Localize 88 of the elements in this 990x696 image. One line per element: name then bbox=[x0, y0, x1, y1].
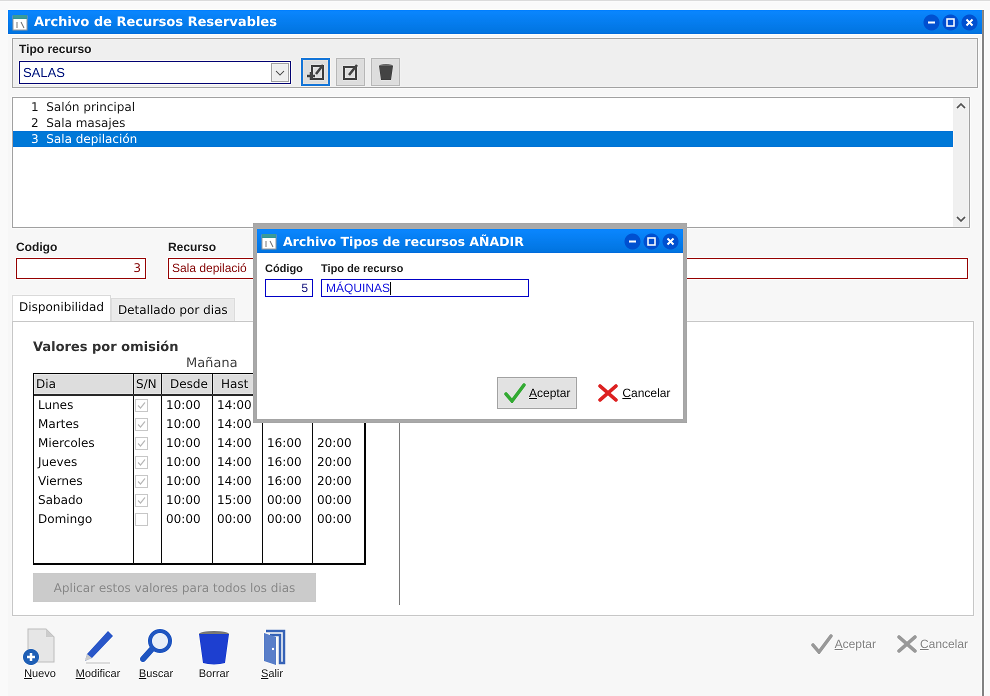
table-cell-text: 00:00 bbox=[267, 492, 302, 509]
table-cell-text: 10:00 bbox=[166, 435, 201, 452]
accept-button[interactable]: Aceptar bbox=[497, 377, 578, 409]
table-cell-text: Martes bbox=[38, 416, 79, 433]
table-cell-text: Jueves bbox=[38, 454, 78, 471]
edit-icon bbox=[340, 62, 360, 82]
table-cell-text: 20:00 bbox=[317, 454, 352, 471]
close-button[interactable] bbox=[961, 14, 978, 30]
table-cell-text: 10:00 bbox=[166, 397, 201, 414]
minimize-button[interactable] bbox=[624, 232, 641, 250]
table-cell-text: 00:00 bbox=[267, 511, 302, 528]
cancel-button[interactable]: Cancelar bbox=[591, 377, 676, 409]
column-header: Desde bbox=[162, 374, 213, 394]
resource-type-field[interactable]: MÁQUINAS bbox=[321, 279, 529, 297]
checkbox[interactable] bbox=[135, 437, 148, 450]
table-cell-text: 14:00 bbox=[217, 416, 252, 433]
table-cell-text: 16:00 bbox=[267, 454, 302, 471]
field-label: Recurso bbox=[168, 240, 216, 254]
cross-icon bbox=[597, 383, 620, 403]
section-title: Valores por omisión bbox=[33, 340, 180, 355]
table-cell-text: Viernes bbox=[38, 473, 83, 490]
column-header: S/N bbox=[134, 374, 162, 394]
field-label: Codigo bbox=[16, 240, 58, 254]
scroll-down-icon[interactable] bbox=[956, 215, 966, 223]
tab[interactable]: Detallado por dias bbox=[110, 298, 235, 321]
table-cell-text: Lunes bbox=[38, 397, 74, 414]
checkbox[interactable] bbox=[135, 418, 148, 431]
toolbar-button[interactable]: Modificar bbox=[74, 628, 122, 680]
checkbox[interactable] bbox=[135, 475, 148, 488]
checkmark-icon bbox=[504, 383, 526, 403]
table-cell-text: Sabado bbox=[38, 492, 83, 509]
scroll-up-icon[interactable] bbox=[956, 102, 966, 110]
field-label: Tipo recurso bbox=[19, 42, 92, 56]
table-cell-text: 10:00 bbox=[166, 416, 201, 433]
cross-icon bbox=[896, 634, 918, 654]
window-title: Archivo de Recursos Reservables bbox=[34, 14, 277, 30]
group-label: Mañana bbox=[186, 356, 238, 371]
calendar-icon bbox=[12, 14, 28, 30]
maximize-button[interactable] bbox=[942, 14, 959, 30]
table-cell-text: Domingo bbox=[38, 511, 92, 528]
add-button[interactable] bbox=[301, 58, 330, 86]
table-cell-text: 00:00 bbox=[217, 511, 252, 528]
table-cell-text: 00:00 bbox=[317, 511, 352, 528]
toolbar-button[interactable]: Buscar bbox=[132, 628, 180, 680]
toolbar-button[interactable]: Nuevo bbox=[16, 628, 64, 680]
checkbox[interactable] bbox=[135, 513, 148, 526]
toolbar-button[interactable]: Borrar bbox=[190, 628, 238, 680]
table-cell-text: Miercoles bbox=[38, 435, 95, 452]
caret-icon bbox=[271, 62, 289, 82]
checkbox[interactable] bbox=[135, 399, 148, 412]
checkbox[interactable] bbox=[135, 494, 148, 507]
table-cell-text: 20:00 bbox=[317, 473, 352, 490]
table-cell-text: 14:00 bbox=[217, 454, 252, 471]
table-cell-text: 00:00 bbox=[317, 492, 352, 509]
close-button[interactable] bbox=[662, 232, 679, 250]
checkmark-icon bbox=[810, 634, 833, 654]
table-cell-text: 16:00 bbox=[267, 435, 302, 452]
minimize-button[interactable] bbox=[923, 14, 940, 30]
code-field[interactable]: 5 bbox=[265, 279, 313, 297]
tab[interactable]: Disponibilidad bbox=[12, 295, 111, 321]
field-label: Tipo de recurso bbox=[321, 263, 404, 275]
list-item[interactable]: 1 Salón principal bbox=[13, 99, 953, 115]
table-cell-text: 15:00 bbox=[217, 492, 252, 509]
column-header: Dia bbox=[34, 374, 134, 394]
table-cell-text: 10:00 bbox=[166, 492, 201, 509]
trash-icon bbox=[196, 628, 232, 666]
checkbox[interactable] bbox=[135, 456, 148, 469]
add-edit-icon bbox=[306, 62, 326, 82]
dialog-title: Archivo Tipos de recursos AÑADIR bbox=[283, 234, 524, 248]
table-cell-text: 16:00 bbox=[267, 473, 302, 490]
table-cell-text: 14:00 bbox=[217, 397, 252, 414]
table-cell-text: 00:00 bbox=[166, 511, 201, 528]
resource-type-dropdown[interactable]: SALAS bbox=[19, 60, 291, 84]
scrollbar[interactable] bbox=[953, 98, 969, 227]
field-label: Código bbox=[265, 263, 303, 275]
delete-button[interactable] bbox=[371, 58, 400, 86]
edit-button[interactable] bbox=[336, 58, 365, 86]
table-cell-text: 14:00 bbox=[217, 435, 252, 452]
list-item[interactable]: 2 Sala masajes bbox=[13, 115, 953, 131]
table-cell-text: 20:00 bbox=[317, 435, 352, 452]
list-item[interactable]: 3 Sala depilación bbox=[13, 131, 953, 147]
code-field[interactable]: 3 bbox=[16, 258, 146, 279]
table-cell-text: 10:00 bbox=[166, 473, 201, 490]
maximize-button[interactable] bbox=[643, 232, 660, 250]
calendar-icon bbox=[261, 232, 277, 250]
table-cell-text: 10:00 bbox=[166, 454, 201, 471]
toolbar-button[interactable]: Salir bbox=[248, 628, 296, 680]
table-cell-text: 14:00 bbox=[217, 473, 252, 490]
